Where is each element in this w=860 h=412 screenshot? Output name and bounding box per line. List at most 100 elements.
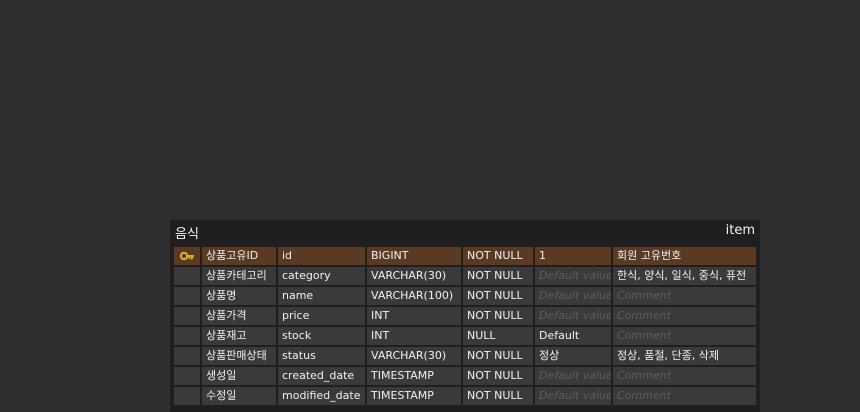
column-nullable[interactable]: NOT NULL: [463, 267, 533, 285]
column-key-cell[interactable]: [174, 267, 200, 285]
column-default-value-text: Default value: [539, 389, 611, 402]
column-logical-name-text: 상품판매상태: [206, 349, 267, 362]
column-comment[interactable]: 정상, 품절, 단종, 삭제: [613, 347, 756, 365]
column-default-value[interactable]: Default value: [535, 287, 611, 305]
column-data-type[interactable]: INT: [367, 307, 461, 325]
column-comment[interactable]: Comment: [613, 307, 756, 325]
column-data-type-text: INT: [371, 329, 390, 342]
column-logical-name[interactable]: 생성일: [202, 367, 276, 385]
column-logical-name-text: 상품가격: [206, 309, 247, 322]
column-logical-name[interactable]: 상품명: [202, 287, 276, 305]
column-logical-name[interactable]: 상품카테고리: [202, 267, 276, 285]
column-data-type-text: VARCHAR(100): [371, 289, 454, 302]
column-nullable[interactable]: NOT NULL: [463, 347, 533, 365]
column-data-type[interactable]: VARCHAR(30): [367, 267, 461, 285]
column-row[interactable]: 상품카테고리 category VARCHAR(30) NOT NULL Default…: [174, 267, 756, 285]
column-default-value-text: 정상: [539, 349, 560, 362]
column-logical-name[interactable]: 상품판매상태: [202, 347, 276, 365]
column-logical-name[interactable]: 상품고유ID: [202, 247, 276, 265]
column-physical-name[interactable]: price: [278, 307, 365, 325]
column-logical-name-text: 상품고유ID: [206, 249, 259, 262]
column-nullable-text: NOT NULL: [467, 389, 523, 402]
column-key-cell[interactable]: [174, 367, 200, 385]
column-logical-name[interactable]: 상품가격: [202, 307, 276, 325]
column-key-cell[interactable]: [174, 387, 200, 405]
column-key-cell[interactable]: [174, 307, 200, 325]
entity-logical-name[interactable]: 음식: [175, 223, 199, 242]
column-key-cell[interactable]: [174, 347, 200, 365]
column-data-type-text: VARCHAR(30): [371, 349, 447, 362]
column-nullable-text: NULL: [467, 329, 496, 342]
entity-table-item[interactable]: 음식 item 상품고유ID id BIGINT NOT NULL 1 회원 고유번호 상품…: [170, 220, 760, 412]
column-default-value-text: Default value: [539, 369, 611, 382]
column-default-value[interactable]: Default value: [535, 367, 611, 385]
primary-key-icon: [179, 251, 194, 261]
column-key-cell[interactable]: [174, 287, 200, 305]
column-physical-name-text: id: [282, 249, 293, 262]
column-row[interactable]: 상품판매상태 status VARCHAR(30) NOT NULL 정상 정상, 품절,…: [174, 347, 756, 365]
column-list: 상품고유ID id BIGINT NOT NULL 1 회원 고유번호 상품카테고리 cate…: [174, 247, 756, 407]
column-physical-name[interactable]: status: [278, 347, 365, 365]
column-comment-text: Comment: [617, 369, 671, 382]
column-comment[interactable]: 한식, 양식, 일식, 중식, 퓨전: [613, 267, 756, 285]
column-nullable-text: NOT NULL: [467, 289, 523, 302]
column-physical-name-text: price: [282, 309, 310, 322]
column-physical-name[interactable]: stock: [278, 327, 365, 345]
column-nullable[interactable]: NOT NULL: [463, 387, 533, 405]
column-comment[interactable]: Comment: [613, 387, 756, 405]
column-default-value[interactable]: Default: [535, 327, 611, 345]
column-data-type[interactable]: BIGINT: [367, 247, 461, 265]
column-nullable[interactable]: NOT NULL: [463, 367, 533, 385]
column-logical-name-text: 생성일: [206, 369, 237, 382]
column-nullable[interactable]: NOT NULL: [463, 307, 533, 325]
column-row[interactable]: 상품가격 price INT NOT NULL Default value Comment: [174, 307, 756, 325]
column-nullable[interactable]: NOT NULL: [463, 287, 533, 305]
column-default-value-text: Default value: [539, 269, 611, 282]
column-physical-name[interactable]: id: [278, 247, 365, 265]
column-comment[interactable]: Comment: [613, 287, 756, 305]
column-key-cell[interactable]: [174, 327, 200, 345]
column-logical-name[interactable]: 상품재고: [202, 327, 276, 345]
column-data-type[interactable]: TIMESTAMP: [367, 367, 461, 385]
column-row[interactable]: 상품재고 stock INT NULL Default Comment: [174, 327, 756, 345]
column-comment-text: Comment: [617, 329, 671, 342]
column-comment[interactable]: Comment: [613, 327, 756, 345]
column-data-type[interactable]: TIMESTAMP: [367, 387, 461, 405]
column-key-cell[interactable]: [174, 247, 200, 265]
column-nullable[interactable]: NOT NULL: [463, 247, 533, 265]
column-default-value[interactable]: Default value: [535, 387, 611, 405]
column-row-primary-key[interactable]: 상품고유ID id BIGINT NOT NULL 1 회원 고유번호: [174, 247, 756, 265]
column-data-type-text: BIGINT: [371, 249, 409, 262]
column-nullable-text: NOT NULL: [467, 349, 523, 362]
column-logical-name-text: 상품카테고리: [206, 269, 267, 282]
column-comment-text: 한식, 양식, 일식, 중식, 퓨전: [617, 269, 747, 282]
entity-physical-name[interactable]: item: [726, 223, 755, 238]
column-data-type-text: TIMESTAMP: [371, 389, 434, 402]
column-physical-name[interactable]: category: [278, 267, 365, 285]
column-row[interactable]: 상품명 name VARCHAR(100) NOT NULL Default value…: [174, 287, 756, 305]
column-nullable-text: NOT NULL: [467, 269, 523, 282]
column-physical-name[interactable]: name: [278, 287, 365, 305]
column-data-type[interactable]: VARCHAR(30): [367, 347, 461, 365]
column-row[interactable]: 생성일 created_date TIMESTAMP NOT NULL Default …: [174, 367, 756, 385]
column-comment[interactable]: Comment: [613, 367, 756, 385]
column-default-value[interactable]: Default value: [535, 307, 611, 325]
column-default-value[interactable]: 정상: [535, 347, 611, 365]
column-nullable[interactable]: NULL: [463, 327, 533, 345]
column-logical-name-text: 상품명: [206, 289, 237, 302]
column-row[interactable]: 수정일 modified_date TIMESTAMP NOT NULL Default…: [174, 387, 756, 405]
column-comment-text: 정상, 품절, 단종, 삭제: [617, 349, 719, 362]
column-data-type[interactable]: VARCHAR(100): [367, 287, 461, 305]
column-default-value[interactable]: Default value: [535, 267, 611, 285]
entity-header[interactable]: 음식 item: [170, 220, 760, 244]
column-physical-name[interactable]: modified_date: [278, 387, 365, 405]
column-default-value[interactable]: 1: [535, 247, 611, 265]
column-nullable-text: NOT NULL: [467, 369, 523, 382]
column-data-type[interactable]: INT: [367, 327, 461, 345]
column-default-value-text: Default value: [539, 309, 611, 322]
column-comment-text: 회원 고유번호: [617, 249, 682, 262]
column-physical-name-text: stock: [282, 329, 312, 342]
column-logical-name[interactable]: 수정일: [202, 387, 276, 405]
column-comment[interactable]: 회원 고유번호: [613, 247, 756, 265]
column-physical-name[interactable]: created_date: [278, 367, 365, 385]
